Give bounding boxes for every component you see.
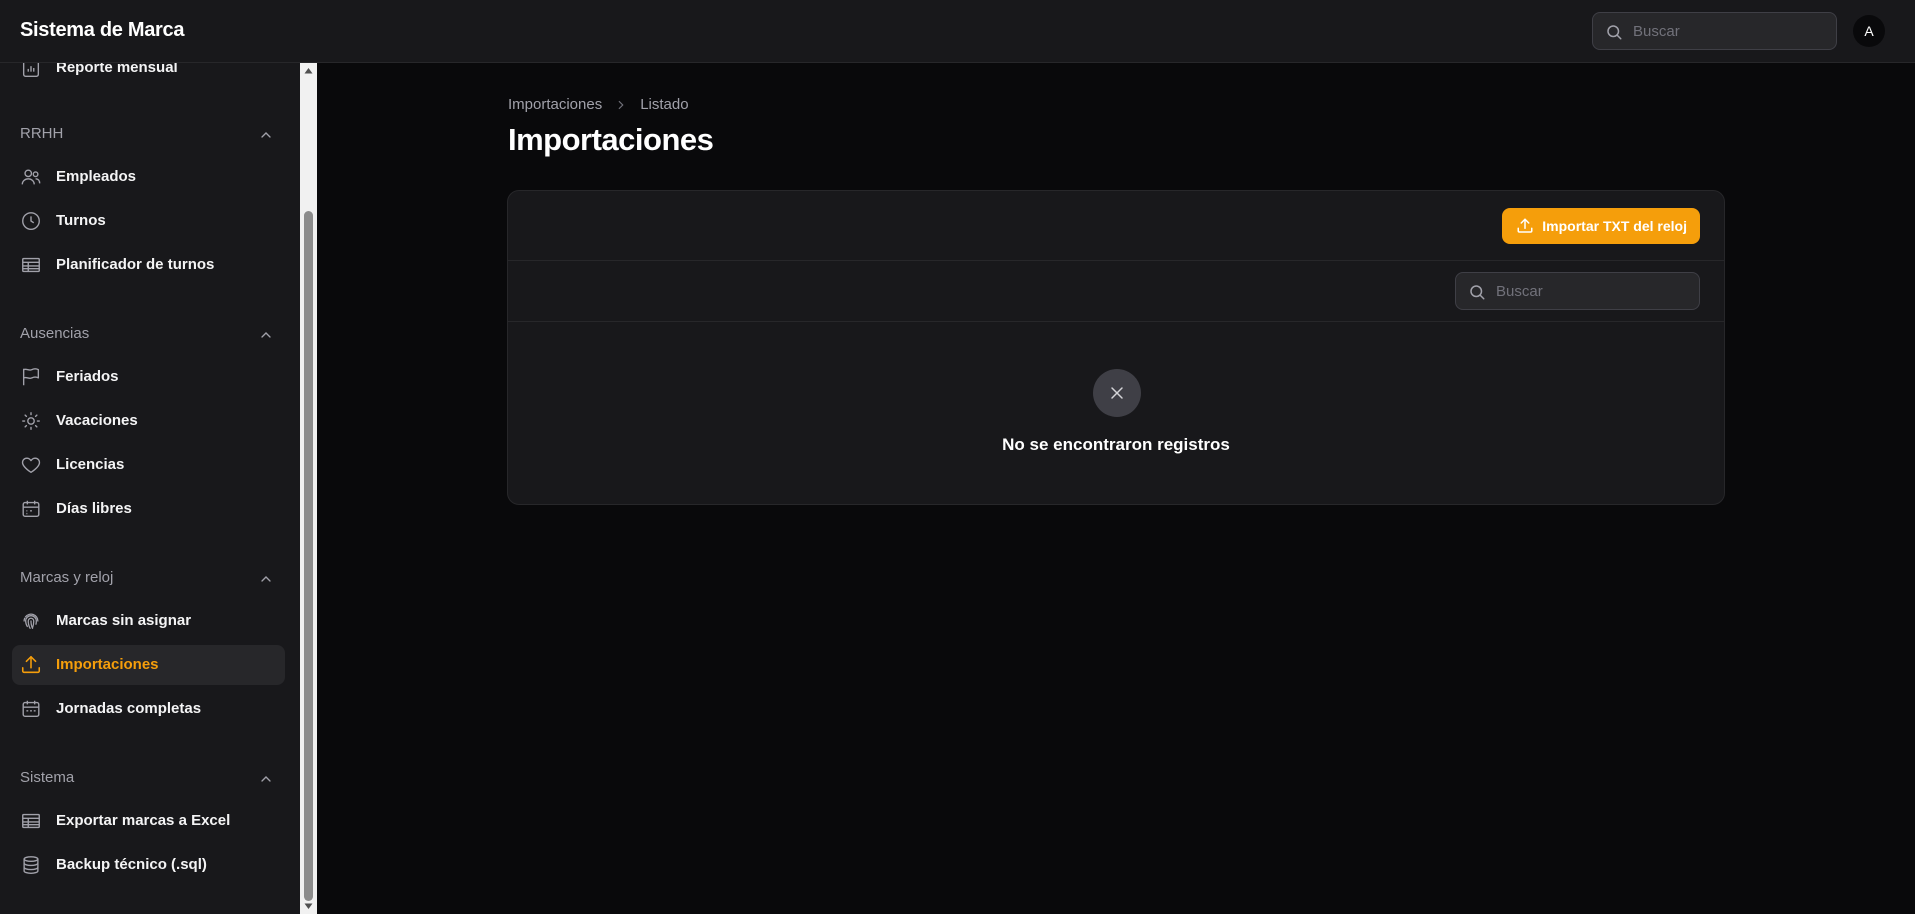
table-icon: [22, 257, 40, 273]
sidebar-item-marcas-sin-asignar[interactable]: Marcas sin asignar: [12, 601, 285, 641]
app-title[interactable]: Sistema de Marca: [20, 19, 184, 42]
global-search[interactable]: [1592, 12, 1837, 50]
breadcrumb-current: Listado: [640, 96, 689, 113]
search-icon: [1470, 285, 1485, 300]
sidebar-scrollbar[interactable]: [300, 63, 317, 914]
sidebar-item-label: Exportar marcas a Excel: [56, 812, 231, 829]
sidebar-item-empleados[interactable]: Empleados: [12, 157, 285, 197]
sidebar-item-licencias[interactable]: Licencias: [12, 445, 285, 485]
sidebar-item-label: Licencias: [56, 456, 125, 473]
scroll-up-arrow-icon[interactable]: [304, 67, 313, 75]
fingerprint-icon: [23, 613, 39, 629]
sidebar-item-label: Turnos: [56, 212, 106, 229]
sidebar: Reporte mensual RRHH Empleados Turnos Pl…: [0, 63, 300, 914]
sidebar-item-backup[interactable]: Backup técnico (.sql): [12, 845, 285, 885]
x-icon: [1111, 387, 1123, 399]
chevron-right-icon: [614, 98, 628, 112]
empty-state-icon-wrap: [1093, 369, 1141, 417]
sidebar-item-label: Planificador de turnos: [56, 256, 215, 273]
sidebar-item-vacaciones[interactable]: Vacaciones: [12, 401, 285, 441]
flag-icon: [22, 368, 40, 386]
imports-table-card: Importar TXT del reloj No se encontraron…: [507, 190, 1725, 505]
sidebar-item-label: Días libres: [56, 500, 132, 517]
sidebar-group-sistema[interactable]: Sistema: [20, 769, 74, 786]
sidebar-item-importaciones[interactable]: Importaciones: [12, 645, 285, 685]
table-search-input[interactable]: [1496, 273, 1691, 309]
table-search[interactable]: [1455, 272, 1700, 310]
sidebar-item-label: Empleados: [56, 168, 137, 185]
sidebar-item-exportar-excel[interactable]: Exportar marcas a Excel: [12, 801, 285, 841]
avatar[interactable]: A: [1853, 15, 1885, 47]
global-search-input[interactable]: [1633, 13, 1828, 49]
clock-icon: [22, 212, 40, 230]
sidebar-item-turnos[interactable]: Turnos: [12, 201, 285, 241]
scrollbar-thumb[interactable]: [304, 211, 313, 901]
import-txt-button[interactable]: Importar TXT del reloj: [1502, 208, 1700, 244]
chevron-up-icon[interactable]: [258, 127, 274, 143]
scroll-down-arrow-icon[interactable]: [304, 902, 313, 910]
chevron-up-icon[interactable]: [258, 771, 274, 787]
calendar-icon: [22, 700, 40, 718]
sidebar-item-jornadas-completas[interactable]: Jornadas completas: [12, 689, 285, 729]
table-toolbar: [508, 261, 1724, 322]
sidebar-item-feriados[interactable]: Feriados: [12, 357, 285, 397]
sidebar-item-label: Backup técnico (.sql): [56, 856, 207, 873]
sidebar-item-label: Reporte mensual: [56, 63, 178, 76]
sidebar-item-label: Vacaciones: [56, 412, 138, 429]
sidebar-group-rrhh[interactable]: RRHH: [20, 125, 63, 142]
sidebar-item-dias-libres[interactable]: Días libres: [12, 489, 285, 529]
breadcrumb: Importaciones Listado: [508, 96, 689, 113]
sidebar-item-planificador[interactable]: Planificador de turnos: [12, 245, 285, 285]
breadcrumb-root[interactable]: Importaciones: [508, 96, 602, 113]
sidebar-group-marcas[interactable]: Marcas y reloj: [20, 569, 113, 586]
database-icon: [23, 856, 39, 874]
sun-icon: [22, 412, 40, 430]
upload-icon: [1517, 218, 1533, 233]
heart-icon: [21, 457, 41, 474]
empty-state-message: No se encontraron registros: [1002, 435, 1230, 454]
calendar-icon: [22, 500, 40, 518]
page-title: Importaciones: [508, 122, 714, 157]
import-txt-button-label: Importar TXT del reloj: [1542, 218, 1687, 234]
search-icon: [1607, 25, 1622, 40]
users-icon: [21, 169, 41, 185]
topbar: Sistema de Marca A: [0, 0, 1915, 63]
sidebar-group-ausencias[interactable]: Ausencias: [20, 325, 89, 342]
sidebar-item-label: Feriados: [56, 368, 119, 385]
chevron-up-icon[interactable]: [258, 571, 274, 587]
report-chart-icon: [22, 63, 40, 77]
sidebar-item-label: Marcas sin asignar: [56, 612, 192, 629]
card-header: Importar TXT del reloj: [508, 191, 1724, 261]
chevron-up-icon[interactable]: [258, 327, 274, 343]
table-icon: [22, 813, 40, 829]
sidebar-item-reporte-mensual[interactable]: Reporte mensual: [12, 63, 285, 88]
sidebar-item-label: Jornadas completas: [56, 700, 202, 717]
sidebar-item-label: Importaciones: [56, 656, 159, 673]
upload-icon: [21, 655, 41, 674]
